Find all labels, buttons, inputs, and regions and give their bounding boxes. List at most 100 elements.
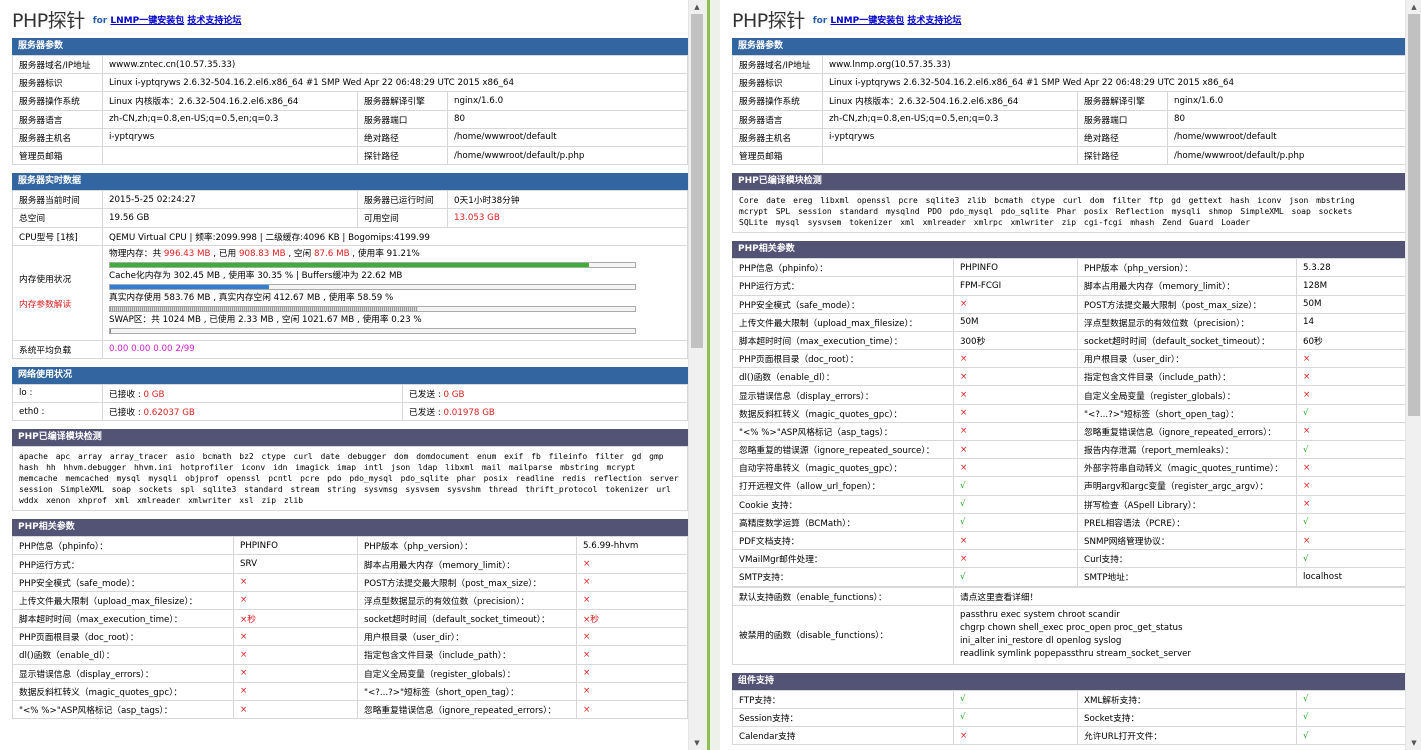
components-table: FTP支持： √ XML解析支持： √ Session支持： √ Socket支持： √ Cal… [732,689,1408,746]
param-value: × [1296,367,1408,387]
param-value: × [953,367,1078,387]
param-key: 声明argv和argc变量（register_argc_argv）： [1077,476,1297,496]
scroll-thumb[interactable] [1408,14,1420,416]
row-key: 管理员邮箱 [12,145,103,166]
real-mem-bar [109,305,636,312]
for-label: for [92,15,108,26]
scroll-up-icon[interactable]: ▲ [1406,0,1421,14]
scroll-thumb[interactable] [691,14,703,348]
param-key: Session支持： [732,707,954,728]
param-value: × [953,385,1078,405]
lnmp-link[interactable]: LNMP一键安装包 [830,16,904,26]
table-row: 服务器标识 Linux i-yptqryws 2.6.32-504.16.2.el… [732,73,1408,93]
param-key: 用户根目录（user_dir）： [357,627,577,647]
table-row: 服务器主机名 i-yptqryws 绝对路径/home/wwwroot/defaul… [732,127,1408,147]
table-row: 服务器语言 zh-CN,zh;q=0.8,en-US;q=0.5,en;q=0.3… [732,109,1408,129]
param-value: × [953,458,1078,478]
section-title: PHP相关参数 [12,519,688,537]
table-row: 脚本超时时间（max_execution_time）： 300秒 socket超时时… [732,330,1408,351]
scroll-down-icon[interactable]: ▼ [1406,736,1421,750]
phys-free: 87.6 MB [313,248,350,259]
forum-link[interactable]: 技术支持论坛 [187,16,241,26]
row-key: 探针路径 [357,145,448,166]
phys-mem-bar [109,261,636,268]
param-value: 50M [1296,294,1408,314]
phys-mid2: , 空闲 [285,248,314,259]
row-key: 服务器解译引擎 [1077,91,1168,111]
param-value: × [576,681,688,701]
table-row: 管理员邮箱 探针路径/home/wwwroot/default/p.php [12,145,688,166]
table-row: 管理员邮箱 探针路径/home/wwwroot/default/p.php [732,145,1408,166]
table-row: 上传文件最大限制（upload_max_filesize）： × 浮点型数据显示的有… [12,590,688,611]
cpu-label: CPU型号 [1核] [12,226,103,246]
param-key: dl()函数（enable_dl）： [732,367,954,387]
row-value: 80 [447,109,688,129]
param-key: 允许URL打开文件： [1077,726,1297,746]
row-key: 服务器当前时间 [12,190,103,210]
table-row: PHP信息（phpinfo）： PHPINFO PHP版本（php_version）… [12,536,688,556]
table-row: Session支持： √ Socket支持： √ [732,707,1408,728]
param-key: POST方法提交最大限制（post_max_size）： [357,572,577,592]
table-row: dl()函数（enable_dl）： × 指定包含文件目录（include_path… [732,367,1408,387]
param-value: × [953,726,1078,746]
param-value: × [953,530,1078,551]
param-key: PHP信息（phpinfo）： [12,536,234,556]
section-title: 服务器参数 [732,38,1408,55]
param-value: √ [953,567,1078,587]
table-row: 服务器域名/IP地址 wwww.zntec.cn(10.57.35.33) [12,54,688,75]
rx-value: 0.62037 GB [143,408,195,419]
param-value: 5.3.28 [1296,258,1408,278]
table-row: eth0 : 已接收 : 0.62037 GB 已发送 : 0.01978 GB [12,402,688,422]
param-value: × [233,645,358,665]
modules-section: PHP已编译模块检测 Core date ereg libxml openssl… [732,173,1408,234]
param-value: × [233,590,358,611]
mem-explain-link[interactable]: 内存参数解读 [19,299,96,312]
section-title: 组件支持 [732,672,1408,690]
modules-list: Core date ereg libxml openssl pcre sqlit… [732,190,1408,234]
table-row: 内存使用状况 内存参数解读 物理内存：共 996.43 MB , 已用 908.8… [12,244,688,341]
scroll-up-icon[interactable]: ▲ [689,0,704,14]
param-key: SNMP网络管理协议： [1077,530,1297,551]
param-value: 60秒 [1296,330,1408,351]
param-key: socket超时时间（default_socket_timeout）： [357,608,577,629]
free-space-value: 13.053 GB [447,208,688,228]
table-row: 服务器语言 zh-CN,zh;q=0.8,en-US;q=0.5,en;q=0.3… [12,109,688,129]
param-value: × [953,349,1078,369]
scroll-down-icon[interactable]: ▼ [689,736,704,750]
realtime-section: 服务器实时数据 服务器当前时间 2015-5-25 02:24:27 服务器已运行时… [12,173,688,359]
lnmp-link[interactable]: LNMP一键安装包 [110,16,184,26]
param-value: × [576,590,688,611]
table-row: PHP页面根目录（doc_root）： × 用户根目录（user_dir）： × [12,627,688,647]
row-value: i-yptqryws [822,127,1078,147]
table-row: dl()函数（enable_dl）： × 指定包含文件目录（include_path… [12,645,688,665]
param-value: PHPINFO [953,258,1078,278]
tx-cell: 已发送 : 0.01978 GB [402,402,688,422]
rx-label: 已接收 : [109,389,144,400]
section-title: 服务器实时数据 [12,173,688,191]
row-key: 绝对路径 [1077,127,1168,147]
left-scrollbar[interactable]: ▲ ▼ [688,0,704,750]
param-key: 脚本占用最大内存（memory_limit）： [1077,276,1297,296]
enable-functions-link[interactable]: 请点这里查看详细！ [953,586,1408,606]
load-value: 0.00 0.00 0.00 2/99 [102,339,688,359]
forum-link[interactable]: 技术支持论坛 [907,16,961,26]
cache-mem-fill [110,284,270,289]
right-scrollbar[interactable]: ▲ ▼ [1405,0,1421,750]
row-value: /home/wwwroot/default [447,127,688,147]
param-value: × [1296,349,1408,369]
param-value: × [576,627,688,647]
param-key: 拼写检查（ASpell Library）： [1077,494,1297,514]
param-value: × [576,699,688,720]
param-value: × [576,645,688,665]
param-value: × [1296,421,1408,442]
left-probe-pane: PHP探针 for LNMP一键安装包 技术支持论坛 服务器参数 服务器域名/I… [0,0,704,750]
table-row: 服务器域名/IP地址 www.lnmp.org(10.57.35.33) [732,54,1408,75]
param-key: 自定义全局变量（register_globals）： [1077,385,1297,405]
pane-divider[interactable] [704,0,720,750]
row-value: zh-CN,zh;q=0.8,en-US;q=0.5,en;q=0.3 [822,109,1078,129]
param-key: PHP安全模式（safe_mode）： [12,572,234,592]
param-value: 5.6.99-hhvm [576,536,688,556]
param-key: dl()函数（enable_dl）： [12,645,234,665]
param-key: 忽略重复错误信息（ignore_repeated_errors）： [357,699,577,720]
param-key: "<?...?>"短标签（short_open_tag）： [357,681,577,701]
